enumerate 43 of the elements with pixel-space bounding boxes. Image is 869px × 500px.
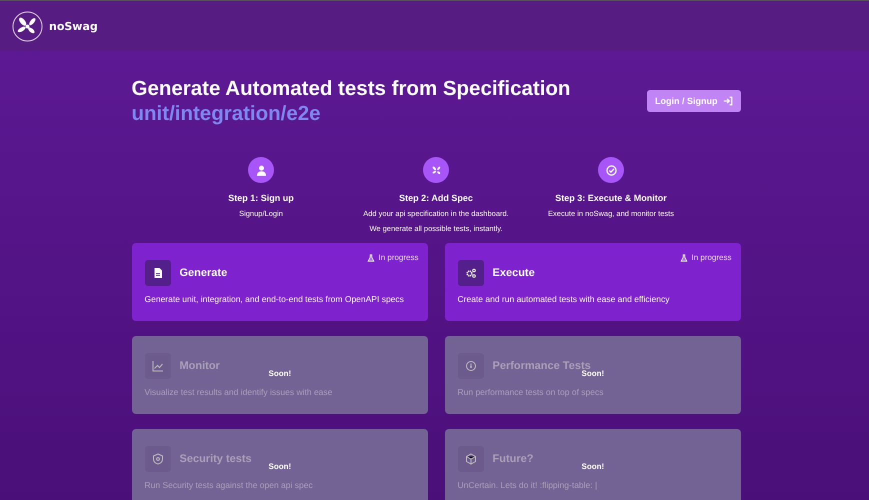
feature-card[interactable]: In progress Execute Create and run automated tests with ease and efficiency bbox=[444, 243, 740, 321]
flask-icon bbox=[680, 254, 688, 262]
in-progress-label: In progress bbox=[680, 253, 732, 262]
feature-card[interactable]: Monitor Soon! Visualize test results and identify issues with ease bbox=[132, 336, 428, 414]
feature-card[interactable]: In progress Generate Generate unit, integration, and end-to-end tests from OpenAPI specs bbox=[132, 243, 428, 321]
document-icon bbox=[144, 260, 170, 286]
login-icon bbox=[722, 96, 732, 106]
card-description: UnCertain. Lets do it! :flipping-table: | bbox=[458, 480, 598, 490]
soon-label: Soon! bbox=[582, 369, 604, 378]
card-description: Visualize test results and identify issues with ease bbox=[144, 387, 334, 397]
card-title: Security tests bbox=[180, 453, 252, 465]
flask-icon bbox=[367, 254, 376, 262]
chart-icon bbox=[144, 353, 170, 379]
hero-subtitle: unit/integration/e2e bbox=[132, 101, 322, 127]
flower-logo-icon[interactable] bbox=[12, 10, 43, 42]
brand-name[interactable]: noSwag bbox=[49, 20, 98, 32]
hero-title: Generate Automated tests from Specification bbox=[132, 77, 570, 101]
card-title: Performance Tests bbox=[492, 360, 591, 372]
card-title: Future? bbox=[492, 453, 534, 465]
cube-icon bbox=[458, 446, 484, 472]
flower-icon bbox=[423, 157, 449, 183]
card-description: Generate unit, integration, and end-to-end tests from OpenAPI specs bbox=[144, 294, 405, 304]
step-title: Step 3: Execute & Monitor bbox=[555, 193, 667, 203]
step-title: Step 1: Sign up bbox=[228, 193, 294, 203]
in-progress-label: In progress bbox=[367, 253, 418, 262]
card-description: Create and run automated tests with ease and efficiency bbox=[458, 294, 670, 304]
soon-label: Soon! bbox=[268, 369, 292, 378]
user-icon bbox=[248, 157, 274, 183]
soon-label: Soon! bbox=[268, 462, 292, 471]
card-title: Generate bbox=[180, 267, 228, 279]
feature-card[interactable]: Performance Tests Soon! Run performance tests on top of specs bbox=[444, 336, 740, 414]
card-title: Monitor bbox=[180, 360, 220, 372]
step-title: Step 2: Add Spec bbox=[399, 193, 473, 203]
card-description: Run Security tests against the open api spec bbox=[144, 480, 314, 490]
shield-icon bbox=[144, 446, 170, 472]
card-description: Run performance tests on top of specs bbox=[458, 387, 604, 397]
check-circle-icon bbox=[598, 157, 624, 183]
soon-label: Soon! bbox=[582, 462, 604, 471]
feature-card[interactable]: Future? Soon! UnCertain. Lets do it! :flipping-table: | bbox=[444, 429, 740, 500]
gears-icon bbox=[458, 260, 484, 286]
card-title: Execute bbox=[492, 267, 535, 279]
feature-card[interactable]: Security tests Soon! Run Security tests against the open api spec bbox=[132, 429, 428, 500]
gauge-icon bbox=[458, 353, 484, 379]
